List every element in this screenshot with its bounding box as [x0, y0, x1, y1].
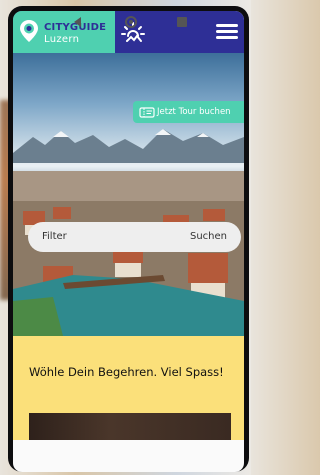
- hamburger-menu-icon[interactable]: [216, 24, 238, 40]
- mountain-silhouette: [13, 129, 244, 163]
- search-bar[interactable]: Filter Suchen: [28, 222, 241, 252]
- content-section: Wöhle Dein Begehren. Viel Spass!: [13, 336, 244, 440]
- city-riverscape: [13, 171, 244, 336]
- search-button[interactable]: Suchen: [190, 222, 227, 252]
- sun-icon[interactable]: [121, 21, 145, 45]
- hero-image: Jetzt Tour buchen Filter Suchen: [13, 53, 244, 336]
- phone-frame: CITYGUIDE Luzern Jetzt Tour buchen Filte…: [8, 6, 249, 472]
- section-headline: Wöhle Dein Begehren. Viel Spass!: [29, 365, 224, 379]
- content-card-image[interactable]: [29, 413, 231, 440]
- logo[interactable]: CITYGUIDE Luzern: [13, 11, 115, 53]
- brand-name: CITYGUIDE: [44, 22, 107, 33]
- brand-city: Luzern: [44, 34, 80, 45]
- app-screen: CITYGUIDE Luzern Jetzt Tour buchen Filte…: [13, 11, 244, 440]
- app-header: CITYGUIDE Luzern: [13, 11, 244, 53]
- map-pin-icon: [20, 20, 38, 42]
- search-input[interactable]: Filter: [42, 222, 67, 252]
- ticket-icon: [139, 107, 155, 118]
- android-nav-bar: [13, 440, 244, 472]
